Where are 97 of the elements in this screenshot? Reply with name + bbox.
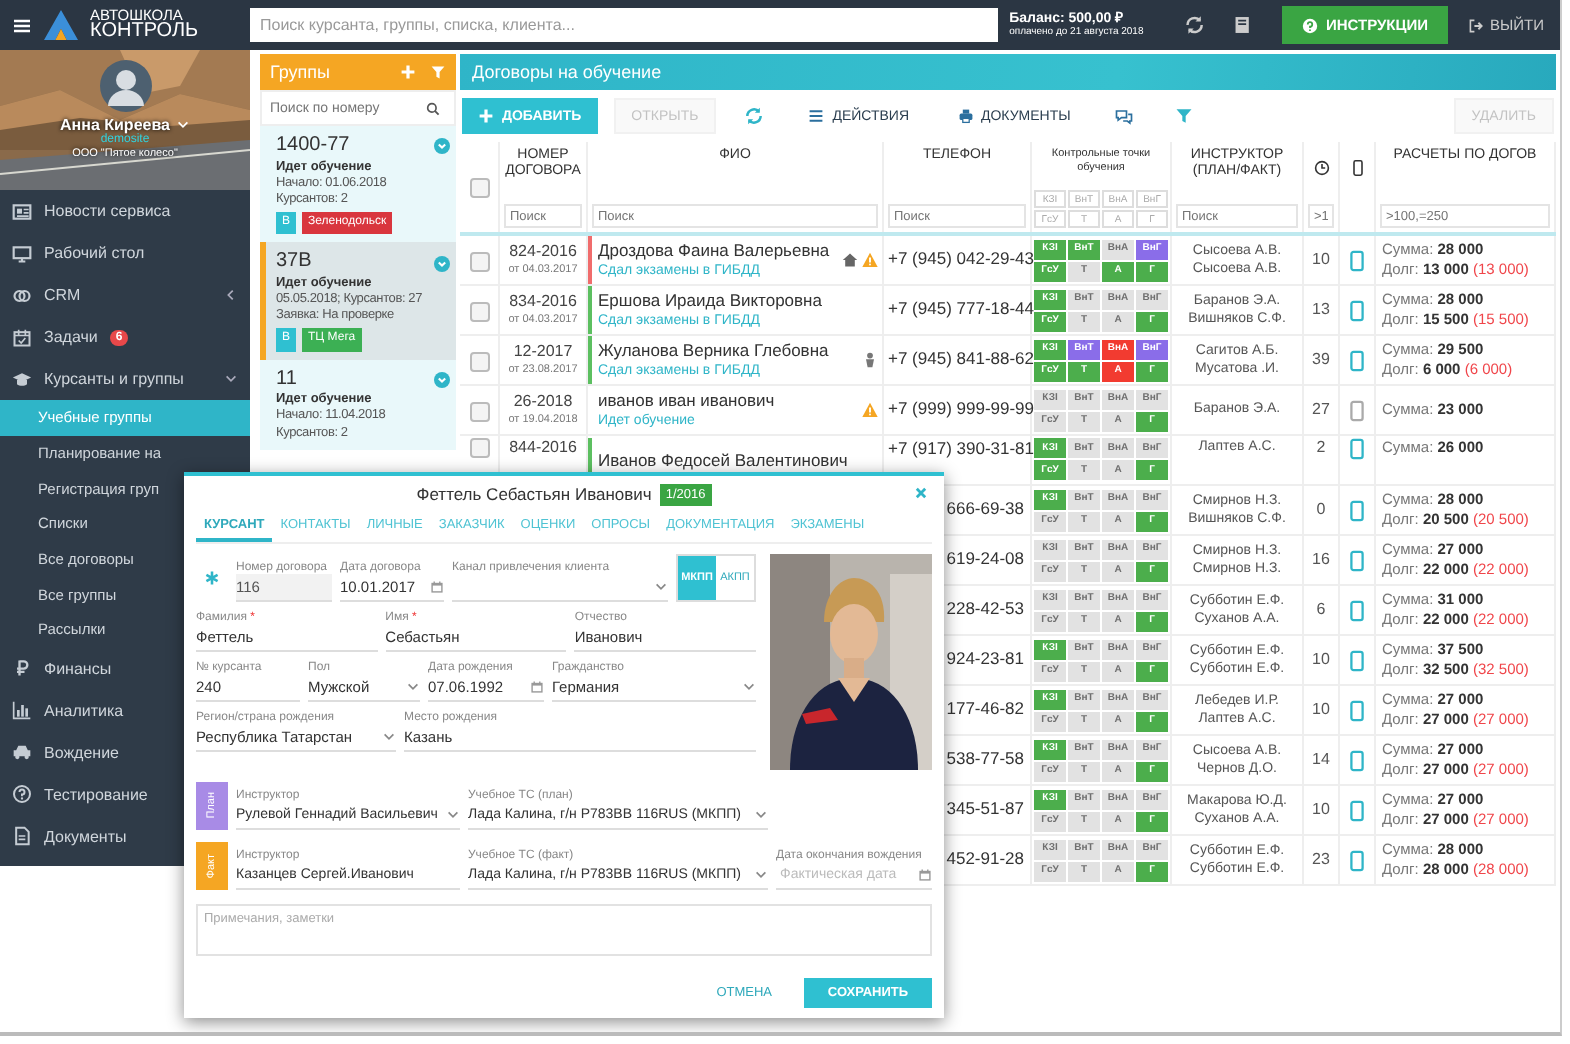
hours-count: 13 (1312, 299, 1330, 321)
contract-number: 12-2017 (513, 342, 573, 364)
phone-number: +7 (917) 390-31-81 (888, 438, 1035, 461)
phone-number: 228-42-53 (946, 598, 1024, 622)
contract-number: 26-2018 (513, 392, 573, 414)
list-icon (808, 108, 825, 124)
student-name[interactable]: Жуланова Верника Глебовна (598, 339, 862, 362)
logo-icon (42, 8, 80, 42)
bar-chart-icon (12, 700, 32, 721)
contract-number: 824-2016 (509, 242, 577, 264)
rings-icon (12, 285, 32, 305)
phone-number: +7 (945) 777-18-44 (888, 298, 1035, 322)
student-name[interactable]: иванов иван иванович (598, 389, 862, 412)
car-icon (12, 742, 32, 763)
group-number: 11 (276, 367, 297, 393)
plus-icon (478, 108, 494, 124)
hours-count: 14 (1312, 749, 1330, 771)
menu-item[interactable]: CRM (0, 274, 250, 316)
hours-count: 10 (1312, 699, 1330, 721)
clock-icon (1313, 160, 1329, 176)
chevron-down-icon (654, 580, 668, 594)
chevron-down-icon (446, 808, 460, 822)
menu-item[interactable]: Курсанты и группы (0, 358, 250, 400)
filter-icon[interactable] (430, 64, 446, 80)
dialog-title: Феттель Себастьян Иванович (416, 484, 652, 504)
phone-number: 538-77-58 (946, 748, 1024, 772)
chevron-down-icon (175, 118, 190, 133)
refresh-icon[interactable] (1183, 14, 1205, 36)
phone-number: +7 (945) 841-88-62 (888, 348, 1035, 372)
newspaper-icon (12, 201, 32, 221)
expand-icon[interactable] (434, 138, 450, 155)
calendar-icon[interactable] (530, 680, 544, 694)
help-icon (12, 784, 32, 805)
group-number: 37В (276, 250, 312, 276)
printer-icon (957, 108, 973, 124)
ruble-icon (12, 658, 32, 679)
checkbox[interactable] (469, 401, 489, 421)
search-icon (426, 101, 440, 115)
logo-text: КОНТРОЛЬ (90, 22, 199, 43)
hours-count: 10 (1312, 649, 1330, 671)
student-name[interactable]: Ершова Ираида Викторовна (598, 289, 878, 312)
chat-icon[interactable] (1114, 106, 1135, 126)
user-name: Анна Киреева (60, 116, 170, 134)
chevron-down-icon (754, 868, 768, 882)
phone-number: 666-69-38 (946, 498, 1024, 522)
filter-icon[interactable] (1174, 106, 1195, 126)
panel-title: Группы (270, 62, 332, 82)
expand-icon[interactable] (434, 255, 450, 272)
phone-icon (1349, 160, 1365, 176)
chevron-down-icon (406, 680, 420, 694)
contract-number: 844-2016 (509, 438, 577, 459)
logout-icon (1467, 17, 1484, 33)
avatar (99, 60, 151, 112)
contract-number: 834-2016 (509, 292, 577, 314)
help-icon (1301, 17, 1318, 33)
asterisk-icon (204, 570, 220, 586)
monitor-icon (12, 243, 32, 263)
phone-number: 177-46-82 (946, 698, 1024, 722)
menu-item[interactable]: Новости сервиса (0, 190, 250, 232)
hours-count: 23 (1312, 849, 1330, 871)
hours-count: 6 (1316, 599, 1326, 621)
hours-count: 0 (1316, 499, 1326, 521)
calendar-icon (12, 327, 32, 347)
checkbox[interactable] (469, 351, 489, 371)
graduation-cap-icon (12, 369, 32, 389)
hours-count: 16 (1312, 549, 1330, 571)
phone-number: 345-51-87 (946, 798, 1024, 822)
checkbox[interactable] (469, 438, 489, 458)
hours-count: 10 (1312, 249, 1330, 271)
search-field[interactable]: Поиск курсанта, группы, списка, клиента... (250, 8, 998, 42)
hours-count: 39 (1312, 349, 1330, 371)
calendar-icon[interactable] (430, 580, 444, 594)
phone-number: 619-24-08 (946, 548, 1024, 572)
phone-number: +7 (945) 042-29-43 (888, 248, 1035, 272)
chevron-down-icon (754, 808, 768, 822)
menu-icon[interactable] (12, 15, 32, 35)
phone-number: 452-91-28 (946, 848, 1024, 872)
panel-title: Договоры на обучение (472, 62, 662, 82)
close-icon[interactable] (914, 486, 928, 500)
chevron-down-icon (382, 730, 396, 744)
hours-count: 2 (1316, 438, 1326, 459)
expand-icon[interactable] (434, 372, 450, 388)
student-name[interactable]: Иванов Федосей Валентинович (598, 449, 878, 473)
hours-count: 10 (1312, 799, 1330, 821)
menu-item[interactable]: Рабочий стол (0, 232, 250, 274)
checkbox[interactable] (469, 301, 489, 321)
plus-icon[interactable] (400, 64, 416, 80)
phone-number: +7 (999) 999-99-99 (888, 398, 1035, 422)
document-icon (12, 826, 32, 847)
calendar-icon[interactable] (918, 868, 932, 882)
student-name[interactable]: Дроздова Фаина Валерьевна (598, 239, 842, 262)
phone-number: 924-23-81 (946, 648, 1024, 672)
chevron-down-icon (742, 680, 756, 694)
hours-count: 27 (1312, 399, 1330, 421)
group-number: 1400-77 (276, 134, 350, 159)
checkbox[interactable] (469, 178, 489, 198)
checkbox[interactable] (469, 251, 489, 271)
